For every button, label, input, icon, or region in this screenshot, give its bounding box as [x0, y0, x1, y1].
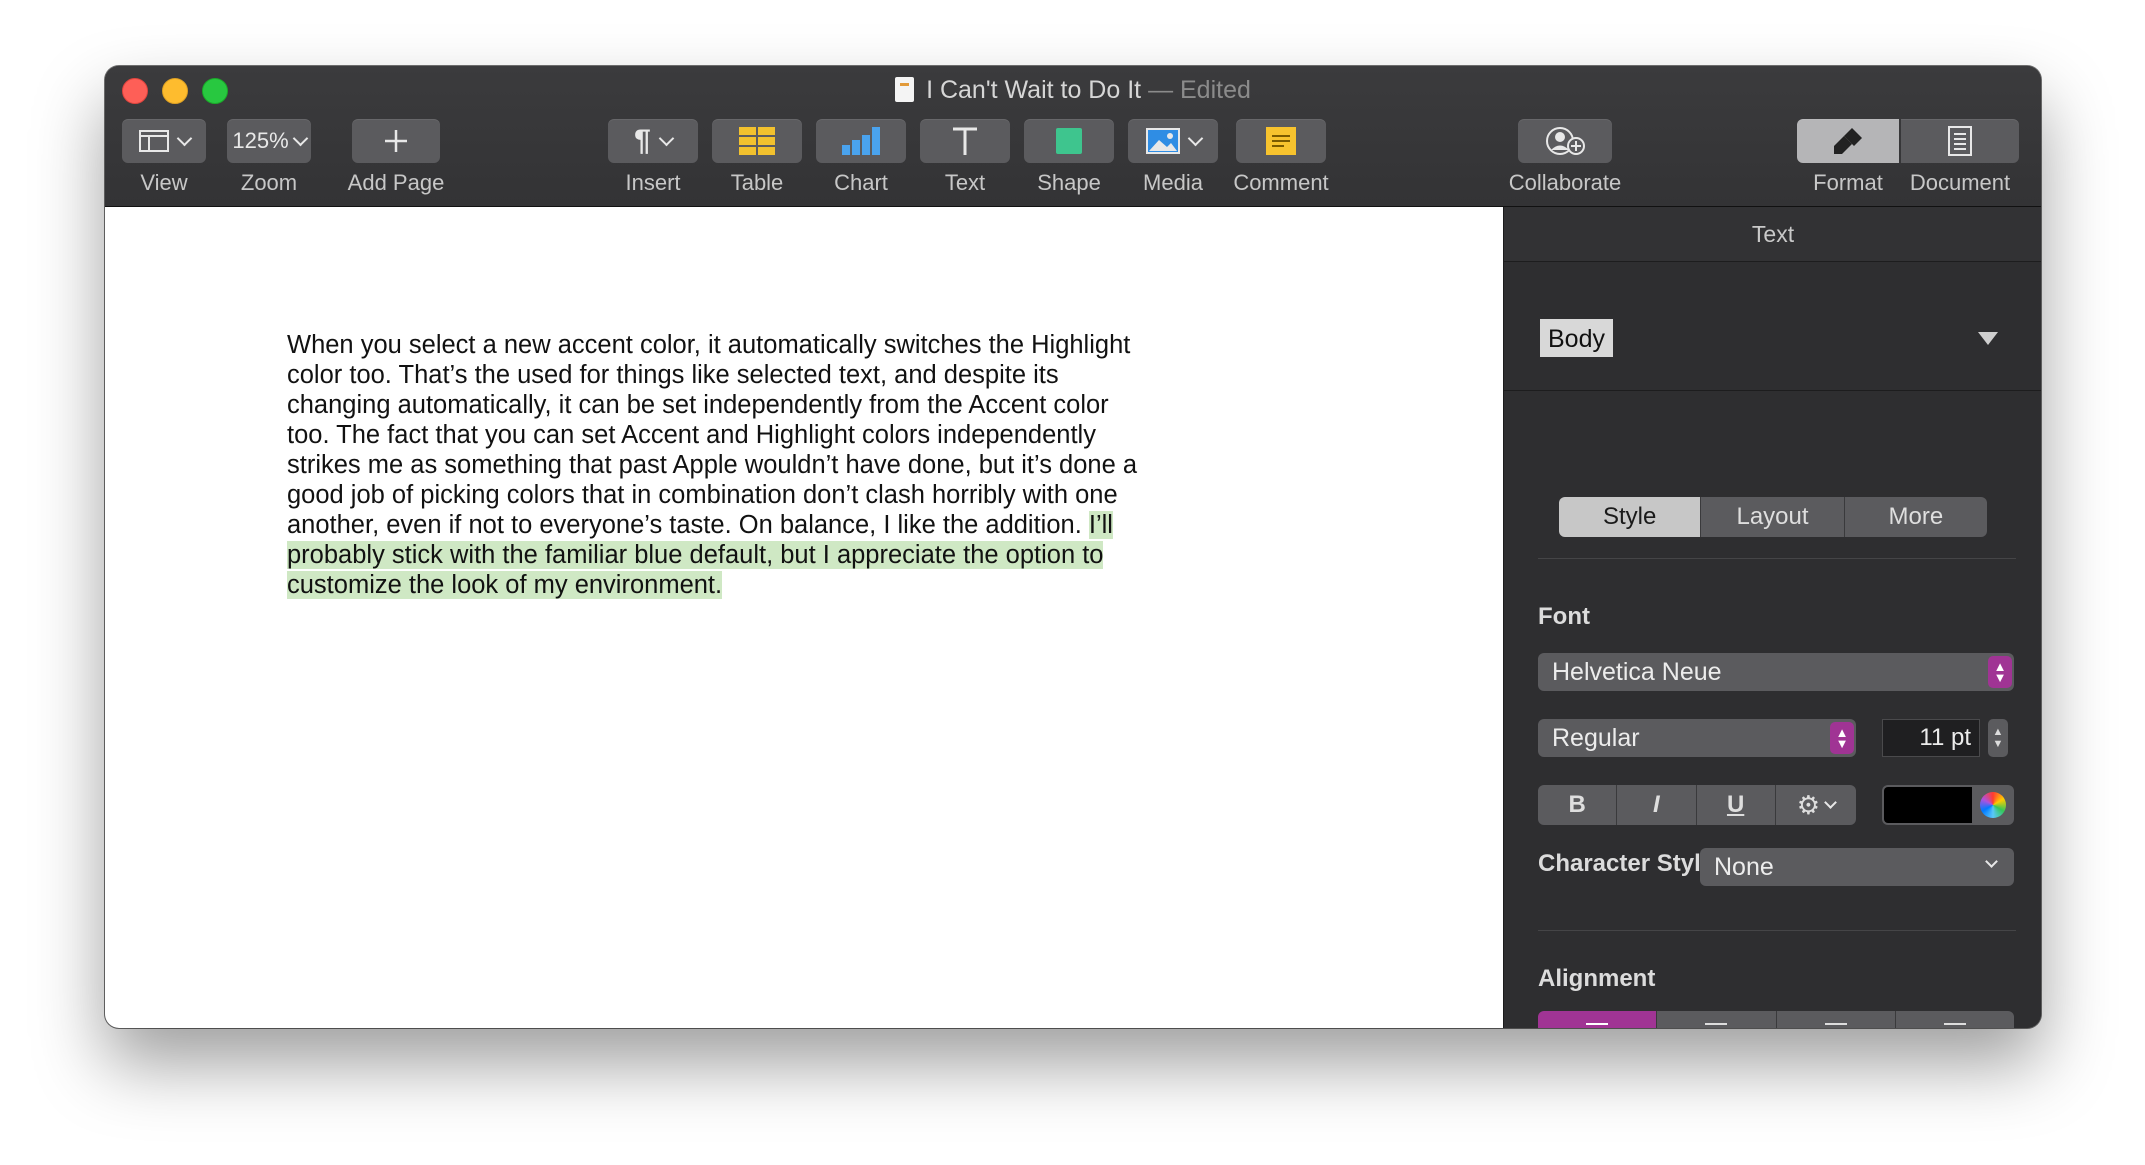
pages-window: I Can't Wait to Do It — Edited View 125%…: [105, 66, 2041, 1028]
paragraph-style-selector[interactable]: Body: [1504, 262, 2041, 391]
font-typeface-value: Regular: [1552, 724, 1640, 752]
stepper-down-icon[interactable]: ▼: [1993, 738, 2004, 750]
chart-label: Chart: [834, 170, 888, 195]
align-left-icon: [1586, 1023, 1609, 1025]
media-label: Media: [1143, 170, 1203, 195]
divider: [1538, 558, 2016, 559]
gear-icon: ⚙: [1796, 789, 1821, 820]
format-sidebar: Text Body Style Layout More Font Helveti…: [1503, 207, 2041, 1028]
font-family-popup[interactable]: Helvetica Neue ▲ ▼: [1538, 653, 2014, 691]
alignment-buttons: [1538, 1011, 2014, 1028]
justify-icon: [1943, 1023, 1966, 1025]
font-typeface-popup[interactable]: Regular ▲ ▼: [1538, 719, 1856, 757]
text-label: Text: [944, 170, 986, 195]
style-layout-more-tabs: Style Layout More: [1559, 497, 1987, 537]
text-options-button[interactable]: ⚙: [1775, 785, 1856, 825]
shape-label: Shape: [1037, 170, 1101, 195]
window-title: I Can't Wait to Do It — Edited: [105, 74, 2041, 106]
justify-button[interactable]: [1895, 1011, 2014, 1028]
font-size-field[interactable]: 11 pt: [1882, 719, 1980, 757]
font-size-value: 11 pt: [1919, 724, 1971, 751]
font-size-stepper[interactable]: ▲ ▼: [1988, 719, 2008, 757]
add-page-button[interactable]: [352, 119, 440, 163]
zoom-label: Zoom: [240, 170, 298, 195]
pilcrow-icon: ¶: [634, 124, 651, 157]
text-button[interactable]: [920, 119, 1010, 163]
character-styles-value: None: [1714, 853, 1774, 881]
chevron-down-icon: [1187, 130, 1203, 146]
view-label: View: [140, 170, 188, 195]
collaborate-person-plus-icon: [1546, 127, 1585, 155]
media-button[interactable]: [1128, 119, 1218, 163]
up-down-chevron-icon: ▲ ▼: [1830, 722, 1854, 754]
table-label: Table: [730, 170, 784, 195]
add-page-label: Add Page: [347, 170, 445, 195]
document-icon: [1948, 126, 1972, 156]
align-center-button[interactable]: [1657, 1011, 1777, 1028]
shape-button[interactable]: [1024, 119, 1114, 163]
chart-button[interactable]: [816, 119, 906, 163]
comment-button[interactable]: [1236, 119, 1326, 163]
tab-more[interactable]: More: [1844, 497, 1987, 537]
chevron-down-icon: [658, 130, 675, 146]
comment-label: Comment: [1233, 170, 1329, 195]
edited-status: — Edited: [1148, 76, 1251, 104]
body-text-plain[interactable]: When you select a new accent color, it a…: [287, 331, 1137, 539]
insert-label: Insert: [625, 170, 681, 195]
window-title-text: I Can't Wait to Do It: [926, 76, 1142, 104]
align-right-icon: [1824, 1023, 1847, 1025]
format-button[interactable]: [1797, 119, 1899, 163]
square-shape-icon: [1056, 128, 1082, 154]
tab-style[interactable]: Style: [1559, 497, 1702, 537]
document-label: Document: [1909, 170, 2011, 195]
chevron-down-icon: [1824, 795, 1837, 809]
font-section-label: Font: [1538, 603, 1590, 630]
titlebar: I Can't Wait to Do It — Edited View 125%…: [105, 66, 2041, 207]
italic-button[interactable]: I: [1617, 785, 1697, 825]
text-color-well[interactable]: [1882, 785, 2014, 825]
collaborate-button[interactable]: [1518, 119, 1612, 163]
insert-button[interactable]: ¶: [608, 119, 698, 163]
comment-note-icon: [1266, 127, 1296, 155]
paintbrush-icon: [1834, 128, 1862, 154]
sidebar-header: Text: [1504, 207, 2041, 262]
font-style-buttons: B I U ⚙: [1538, 785, 1856, 825]
document-canvas[interactable]: When you select a new accent color, it a…: [105, 207, 1503, 1028]
chevron-down-icon: [1985, 855, 1998, 868]
table-button[interactable]: [712, 119, 802, 163]
text-color-swatch: [1884, 787, 1972, 823]
font-family-value: Helvetica Neue: [1552, 658, 1722, 686]
divider: [1538, 930, 2016, 931]
view-button[interactable]: [122, 119, 206, 163]
up-down-chevron-icon: ▲ ▼: [1988, 656, 2012, 688]
align-left-button[interactable]: [1538, 1011, 1658, 1028]
align-right-button[interactable]: [1776, 1011, 1896, 1028]
character-styles-popup[interactable]: None: [1700, 848, 2014, 886]
body-text[interactable]: When you select a new accent color, it a…: [287, 330, 1157, 600]
plus-icon: [385, 130, 407, 152]
bar-chart-icon: [842, 127, 880, 155]
underline-button[interactable]: U: [1696, 785, 1776, 825]
align-center-icon: [1705, 1023, 1728, 1025]
document-button[interactable]: [1901, 119, 2019, 163]
zoom-button[interactable]: 125%: [227, 119, 311, 163]
format-label: Format: [1813, 170, 1883, 195]
sidebar-view-icon: [138, 130, 169, 152]
chevron-down-icon: [176, 130, 192, 146]
zoom-value: 125%: [232, 128, 289, 153]
stepper-up-icon[interactable]: ▲: [1993, 726, 2004, 738]
photo-icon: [1145, 128, 1180, 154]
tab-layout[interactable]: Layout: [1701, 497, 1845, 537]
color-wheel-icon[interactable]: [1980, 792, 2006, 818]
paragraph-style-name[interactable]: Body: [1540, 319, 1613, 357]
alignment-section-label: Alignment: [1538, 965, 1656, 992]
disclosure-triangle-icon[interactable]: [1978, 332, 1998, 345]
table-icon: [739, 127, 775, 155]
document-icon: [895, 77, 915, 102]
text-t-icon: [953, 127, 977, 155]
bold-button[interactable]: B: [1538, 785, 1618, 825]
collaborate-label: Collaborate: [1508, 170, 1622, 195]
chevron-down-icon: [292, 130, 308, 146]
